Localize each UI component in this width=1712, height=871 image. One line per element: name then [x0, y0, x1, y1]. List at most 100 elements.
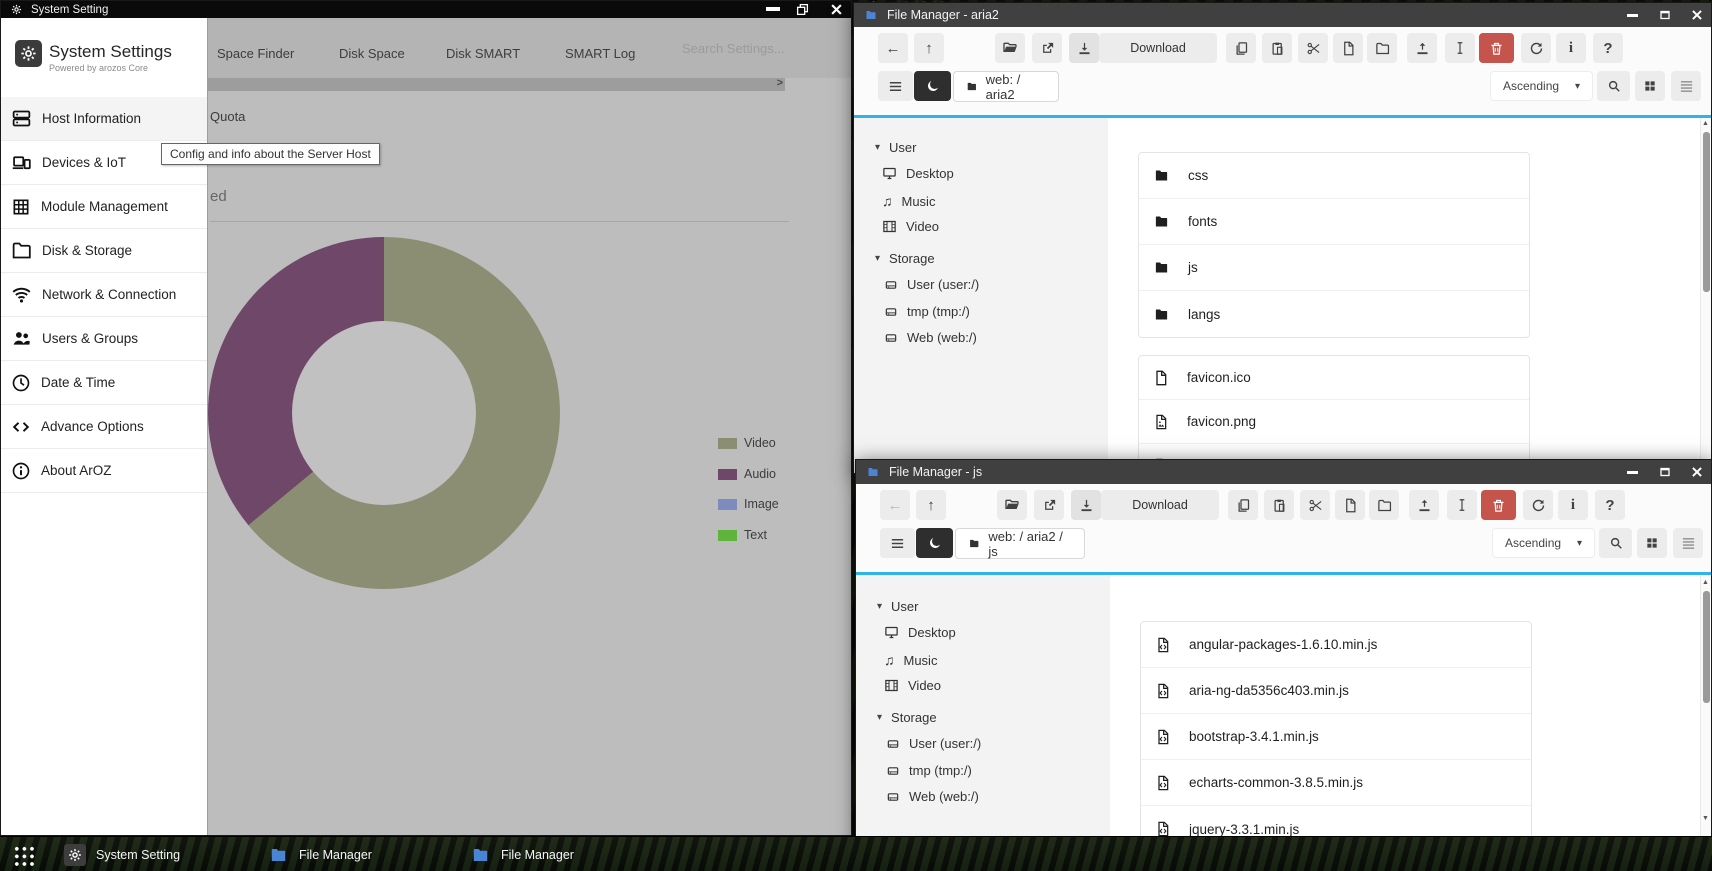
grid-view-button[interactable]: [1637, 528, 1667, 558]
cut-button[interactable]: [1298, 33, 1328, 63]
list-item-file-angular[interactable]: angular-packages-1.6.10.min.js: [1141, 622, 1531, 668]
taskbar-item-file-manager-2[interactable]: File Manager: [470, 846, 574, 864]
settings-search-input[interactable]: [680, 40, 799, 57]
sidebar-item-advance-options[interactable]: Advance Options: [1, 405, 207, 449]
close-button[interactable]: [829, 2, 844, 17]
breadcrumb[interactable]: web: / aria2 / js: [955, 528, 1085, 559]
tab-smart-log[interactable]: SMART Log: [565, 46, 635, 61]
fm-titlebar[interactable]: File Manager - js: [856, 460, 1711, 484]
open-external-button[interactable]: [1032, 33, 1062, 63]
tree-item-video[interactable]: Video: [884, 678, 941, 693]
sort-order-dropdown[interactable]: Ascending▾: [1490, 71, 1593, 101]
rename-button[interactable]: [1445, 33, 1475, 63]
new-folder-button[interactable]: [1367, 33, 1397, 63]
list-item-file-bootstrap[interactable]: bootstrap-3.4.1.min.js: [1141, 714, 1531, 760]
menu-button[interactable]: [880, 528, 915, 558]
tree-item-web-drive[interactable]: Web (web:/): [884, 330, 977, 345]
tree-item-tmp-drive[interactable]: tmp (tmp:/): [886, 763, 972, 778]
tab-space-finder[interactable]: Space Finder: [217, 46, 294, 61]
close-button[interactable]: [1690, 465, 1704, 479]
list-item-folder-fonts[interactable]: fonts: [1139, 199, 1529, 245]
copy-button[interactable]: [1228, 490, 1258, 520]
back-button[interactable]: ←: [878, 33, 908, 63]
open-external-button[interactable]: [1034, 490, 1064, 520]
tab-scrollbar[interactable]: >: [208, 78, 785, 91]
list-item-file-echarts[interactable]: echarts-common-3.8.5.min.js: [1141, 760, 1531, 806]
new-folder-button[interactable]: [1369, 490, 1399, 520]
tree-item-music[interactable]: ♫Music: [882, 193, 935, 209]
rename-button[interactable]: [1447, 490, 1477, 520]
dark-mode-button[interactable]: [914, 71, 951, 101]
refresh-button[interactable]: [1521, 33, 1551, 63]
search-button[interactable]: [1599, 528, 1632, 558]
info-button[interactable]: i: [1556, 33, 1586, 63]
tree-section-storage[interactable]: ▾Storage: [877, 710, 937, 725]
paste-button[interactable]: [1262, 33, 1292, 63]
sidebar-item-module-management[interactable]: Module Management: [1, 185, 207, 229]
delete-button[interactable]: [1479, 33, 1514, 63]
download-button[interactable]: Download: [1101, 490, 1219, 520]
tree-item-desktop[interactable]: Desktop: [884, 625, 956, 640]
download-icon-button[interactable]: [1071, 490, 1101, 520]
tree-item-desktop[interactable]: Desktop: [882, 166, 954, 181]
menu-button[interactable]: [878, 71, 913, 101]
sidebar-item-users-groups[interactable]: Users & Groups: [1, 317, 207, 361]
sidebar-item-date-time[interactable]: Date & Time: [1, 361, 207, 405]
tree-item-music[interactable]: ♫Music: [884, 652, 937, 668]
download-button[interactable]: Download: [1099, 33, 1217, 63]
scrollbar-thumb[interactable]: [1703, 132, 1710, 292]
copy-button[interactable]: [1226, 33, 1256, 63]
delete-button[interactable]: [1481, 490, 1516, 520]
tree-item-user-drive[interactable]: User (user:/): [886, 736, 981, 751]
tree-item-user-drive[interactable]: User (user:/): [884, 277, 979, 292]
upload-button[interactable]: [1407, 33, 1437, 63]
sidebar-item-network-connection[interactable]: Network & Connection: [1, 273, 207, 317]
info-button[interactable]: i: [1558, 490, 1588, 520]
tree-item-tmp-drive[interactable]: tmp (tmp:/): [884, 304, 970, 319]
list-item-folder-js[interactable]: js: [1139, 245, 1529, 291]
sort-order-dropdown[interactable]: Ascending▾: [1492, 528, 1595, 558]
fm-titlebar[interactable]: File Manager - aria2: [854, 3, 1711, 27]
tab-scroll-right-button[interactable]: >: [777, 77, 783, 89]
help-button[interactable]: ?: [1593, 33, 1623, 63]
scroll-down-icon[interactable]: ▼: [1702, 815, 1709, 822]
open-folder-button[interactable]: [995, 33, 1025, 63]
taskbar-item-file-manager-1[interactable]: File Manager: [268, 846, 372, 864]
minimize-button[interactable]: [1627, 14, 1638, 17]
refresh-button[interactable]: [1523, 490, 1553, 520]
paste-button[interactable]: [1264, 490, 1294, 520]
scroll-up-icon[interactable]: ▲: [1702, 579, 1709, 586]
list-item-folder-css[interactable]: css: [1139, 153, 1529, 199]
upload-button[interactable]: [1409, 490, 1439, 520]
restore-button[interactable]: [796, 3, 809, 16]
maximize-button[interactable]: [1659, 9, 1671, 21]
open-folder-button[interactable]: [997, 490, 1027, 520]
sidebar-item-disk-storage[interactable]: Disk & Storage: [1, 229, 207, 273]
sidebar-item-host-information[interactable]: Host Information: [1, 97, 207, 141]
grid-view-button[interactable]: [1635, 71, 1665, 101]
list-view-button[interactable]: [1673, 528, 1703, 558]
help-button[interactable]: ?: [1595, 490, 1625, 520]
new-file-button[interactable]: [1333, 33, 1363, 63]
new-file-button[interactable]: [1335, 490, 1365, 520]
tree-section-user[interactable]: ▾User: [877, 599, 918, 614]
tree-item-video[interactable]: Video: [882, 219, 939, 234]
search-button[interactable]: [1597, 71, 1630, 101]
sidebar-item-about-aroz[interactable]: About ArOZ: [1, 449, 207, 493]
download-icon-button[interactable]: [1069, 33, 1099, 63]
dark-mode-button[interactable]: [916, 528, 953, 558]
close-button[interactable]: [1690, 8, 1704, 22]
list-item-file-favicon-ico[interactable]: favicon.ico: [1139, 356, 1529, 400]
list-item-file-favicon-png[interactable]: favicon.png: [1139, 400, 1529, 444]
list-item-file-aria-ng[interactable]: aria-ng-da5356c403.min.js: [1141, 668, 1531, 714]
tree-item-web-drive[interactable]: Web (web:/): [886, 789, 979, 804]
scrollbar-thumb[interactable]: [1703, 591, 1710, 703]
cut-button[interactable]: [1300, 490, 1330, 520]
tab-disk-space[interactable]: Disk Space: [339, 46, 405, 61]
system-settings-titlebar[interactable]: System Setting: [1, 1, 851, 18]
maximize-button[interactable]: [1659, 466, 1671, 478]
scroll-up-icon[interactable]: ▲: [1702, 120, 1709, 127]
tree-section-storage[interactable]: ▾Storage: [875, 251, 935, 266]
breadcrumb[interactable]: web: / aria2: [953, 71, 1059, 102]
up-button[interactable]: ↑: [914, 33, 944, 63]
